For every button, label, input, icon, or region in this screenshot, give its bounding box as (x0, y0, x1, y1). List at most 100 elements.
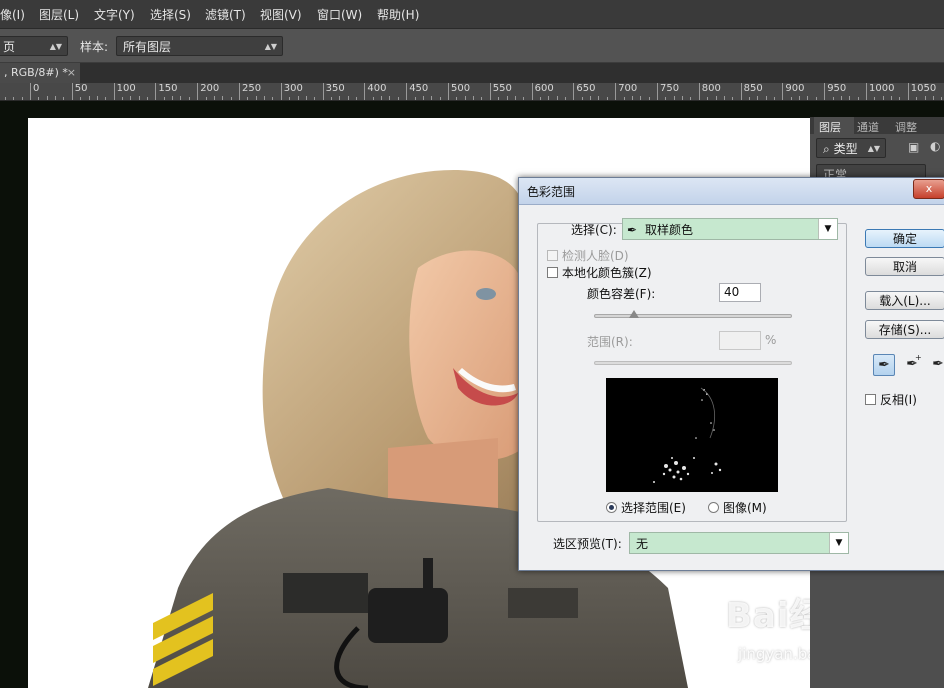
ruler-minor-tick (96, 96, 98, 100)
dropdown-arrow-icon: ▼ (818, 219, 837, 239)
ruler-minor-tick (213, 96, 215, 100)
ruler-minor-tick (539, 97, 541, 100)
range-slider[interactable] (594, 361, 792, 365)
ruler-minor-tick (464, 96, 466, 100)
menu-type[interactable]: 文字(Y) (94, 6, 135, 23)
ruler-minor-tick (757, 96, 759, 100)
fuzziness-slider[interactable] (594, 314, 792, 318)
horizontal-ruler: 0 50 100 150 200 250 300 350 400 450 500 550 600 650 7… (0, 83, 944, 101)
ruler-minor-tick (840, 96, 842, 100)
ruler-major-tick (322, 83, 324, 100)
ruler-minor-tick (849, 96, 851, 100)
ruler-minor-tick (21, 97, 23, 100)
ruler-minor-tick (389, 96, 391, 100)
ruler-major-tick (573, 83, 575, 100)
ruler-minor-tick (590, 96, 592, 100)
ruler-minor-tick (581, 97, 583, 100)
ruler-minor-tick (272, 97, 274, 100)
ruler-minor-tick (665, 97, 667, 100)
ruler-minor-tick (330, 97, 332, 100)
updown-arrow-icon: ▲▼ (867, 144, 880, 153)
adjustment-filter-icon[interactable]: ◐ (930, 139, 940, 153)
ruler-minor-tick (347, 96, 349, 100)
select-dropdown[interactable]: ✒ 取样颜色 ▼ (622, 218, 838, 240)
eyedropper-icon[interactable]: ✒ (873, 354, 895, 376)
ruler-label: 450 (409, 83, 429, 94)
layer-filter-select[interactable]: ⌕ 类型 ▲▼ (816, 138, 886, 158)
invert-checkbox[interactable] (865, 394, 876, 405)
ruler-label: 300 (283, 83, 303, 94)
ruler-minor-tick (790, 97, 792, 100)
ruler-minor-tick (631, 96, 633, 100)
ruler-minor-tick (832, 97, 834, 100)
menu-bar: 像(I) 图层(L) 文字(Y) 选择(S) 滤镜(T) 视图(V) 窗口(W)… (0, 0, 944, 29)
ruler-major-tick (239, 83, 240, 100)
ruler-major-tick (155, 83, 157, 100)
ruler-minor-tick (774, 97, 776, 100)
ruler-minor-tick (456, 97, 458, 100)
ruler-major-tick (113, 83, 115, 100)
menu-help[interactable]: 帮助(H) (377, 6, 419, 23)
ruler-minor-tick (63, 97, 65, 100)
options-bar: 页 ▲▼ 样本: 所有图层 ▲▼ (0, 29, 944, 63)
ruler-major-tick (30, 83, 31, 100)
selection-preview-dropdown[interactable]: 无 ▼ (629, 532, 849, 554)
search-icon: ⌕ (823, 142, 830, 156)
detect-faces-checkbox[interactable] (547, 250, 558, 261)
radio-image-label: 图像(M) (723, 501, 767, 515)
selection-preview-label: 选区预览(T): (553, 537, 622, 551)
ruler-minor-tick (723, 96, 725, 100)
ruler-minor-tick (748, 97, 750, 100)
menu-layer[interactable]: 图层(L) (39, 6, 79, 23)
ruler-label: 550 (492, 83, 512, 94)
ok-button[interactable]: 确定 (865, 229, 944, 248)
ruler-major-tick (280, 83, 282, 100)
ruler-label: 0 (33, 83, 40, 94)
ruler-minor-tick (297, 96, 299, 100)
ruler-minor-tick (381, 96, 383, 100)
ruler-minor-tick (682, 96, 684, 100)
close-icon[interactable]: x (913, 179, 944, 199)
menu-filter[interactable]: 滤镜(T) (205, 6, 246, 23)
image-filter-icon[interactable]: ▣ (908, 140, 919, 154)
ruler-major-tick (615, 83, 617, 100)
ruler-minor-tick (891, 96, 893, 100)
sample-size-select[interactable]: 页 ▲▼ (0, 36, 68, 56)
menu-window[interactable]: 窗口(W) (317, 6, 362, 23)
ruler-minor-tick (38, 97, 40, 100)
close-tab-icon[interactable]: × (67, 63, 76, 83)
menu-view[interactable]: 视图(V) (260, 6, 302, 23)
localized-clusters-checkbox[interactable] (547, 267, 558, 278)
tab-layers[interactable]: 图层 (819, 119, 841, 135)
menu-image[interactable]: 像(I) (0, 6, 25, 23)
range-label: 范围(R): (587, 335, 633, 349)
fuzziness-slider-thumb[interactable] (628, 310, 639, 318)
ruler-minor-tick (924, 96, 926, 100)
radio-image[interactable] (708, 502, 719, 513)
ruler-minor-tick (473, 96, 475, 100)
save-button[interactable]: 存储(S)... (865, 320, 944, 339)
ruler-minor-tick (247, 97, 249, 100)
eyedropper-plus-icon[interactable]: ✒ + (901, 353, 923, 376)
load-button[interactable]: 载入(L)... (865, 291, 944, 310)
tab-channels[interactable]: 通道 (857, 119, 879, 135)
color-range-dialog: 色彩范围 x 选择(C): ✒ 取样颜色 ▼ 检测人脸(D) 本地化颜色簇(Z)… (518, 177, 944, 571)
document-tab-bar: , RGB/8#) * × (0, 63, 944, 83)
ruler-minor-tick (372, 97, 374, 100)
sample-layers-select[interactable]: 所有图层 ▲▼ (116, 36, 283, 56)
radio-selection[interactable] (606, 502, 617, 513)
ruler-minor-tick (289, 97, 291, 100)
fuzziness-input[interactable]: 40 (719, 283, 761, 302)
document-tab[interactable]: , RGB/8#) * × (0, 63, 80, 83)
dialog-title-bar[interactable]: 色彩范围 x (519, 178, 944, 205)
ruler-minor-tick (506, 96, 508, 100)
eyedropper-minus-icon[interactable]: ✒ (927, 354, 944, 376)
cancel-button[interactable]: 取消 (865, 257, 944, 276)
tab-adjustments[interactable]: 调整 (895, 119, 917, 135)
menu-select[interactable]: 选择(S) (150, 6, 191, 23)
range-unit: % (765, 333, 777, 347)
ruler-minor-tick (523, 97, 525, 100)
range-input[interactable] (719, 331, 761, 350)
radio-selection-label: 选择范围(E) (621, 501, 686, 515)
ruler-major-tick (406, 83, 408, 100)
